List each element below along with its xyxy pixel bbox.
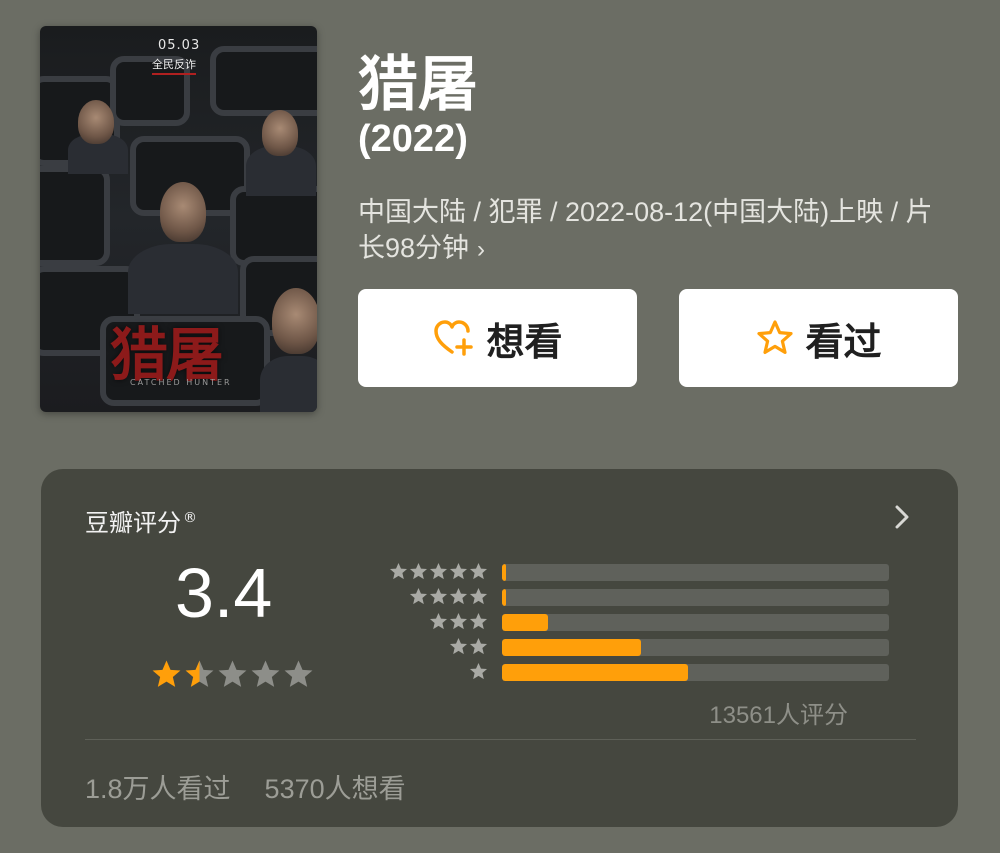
divider xyxy=(85,739,916,740)
rating-bar-stars xyxy=(351,612,488,632)
rating-bar-row xyxy=(351,612,889,637)
rating-distribution xyxy=(351,562,889,687)
rating-bar-track xyxy=(502,664,889,681)
rating-stars xyxy=(151,659,314,694)
small-star-icon xyxy=(449,637,468,657)
chevron-right-icon: › xyxy=(477,236,486,263)
watched-label: 看过 xyxy=(805,319,882,364)
rating-bar-row xyxy=(351,562,889,587)
rating-star-icon xyxy=(217,659,248,694)
poster-figure xyxy=(128,244,238,314)
rating-source-label: 豆瓣评分 xyxy=(85,509,181,537)
rating-star-icon xyxy=(151,659,182,694)
poster-face xyxy=(272,288,317,354)
rating-bar-stars xyxy=(351,637,488,657)
rating-panel: 豆瓣评分 ® 3.4 13561人评分 1.8万人看过 5370人想看 xyxy=(41,469,958,827)
movie-poster[interactable]: 05.03 全民反诈 猎屠 CATCHED HUNTER xyxy=(40,26,317,412)
poster-seat xyxy=(230,186,317,266)
rating-bar-fill xyxy=(502,564,506,581)
rating-bar-row xyxy=(351,587,889,612)
poster-subtitle-art: CATCHED HUNTER xyxy=(130,378,232,387)
audience-stats: 1.8万人看过 5370人想看 xyxy=(85,767,406,806)
poster-seat xyxy=(210,46,317,116)
rating-bar-fill xyxy=(502,589,506,606)
poster-date: 05.03 xyxy=(158,38,201,53)
rating-bar-stars xyxy=(351,662,488,682)
small-star-icon xyxy=(469,562,488,582)
small-star-icon xyxy=(409,587,428,607)
rating-bar-row xyxy=(351,662,889,687)
small-star-icon xyxy=(429,562,448,582)
poster-figure xyxy=(260,356,317,412)
rating-bar-track xyxy=(502,639,889,656)
rating-bar-fill xyxy=(502,639,642,656)
small-star-icon xyxy=(469,612,488,632)
movie-meta-text: 中国大陆 / 犯罪 / 2022-08-12(中国大陆)上映 / 片长98分钟 xyxy=(358,197,933,263)
star-outline-icon xyxy=(755,318,795,358)
rating-bar-stars xyxy=(351,562,488,582)
small-star-icon xyxy=(469,662,488,682)
poster-slogan: 全民反诈 xyxy=(152,56,196,75)
rating-bar-track xyxy=(502,614,889,631)
rating-count: 13561人评分 xyxy=(709,702,848,729)
heart-plus-icon xyxy=(432,318,476,358)
poster-face xyxy=(160,182,206,242)
chevron-right-icon[interactable] xyxy=(890,501,914,533)
rating-bar-row xyxy=(351,637,889,662)
small-star-icon xyxy=(469,587,488,607)
rating-bar-track xyxy=(502,589,889,606)
small-star-icon xyxy=(389,562,408,582)
watched-button[interactable]: 看过 xyxy=(679,289,958,387)
registered-mark: ® xyxy=(183,510,197,526)
rating-bar-fill xyxy=(502,664,688,681)
small-star-icon xyxy=(449,612,468,632)
rating-source-title: 豆瓣评分 ® xyxy=(85,503,197,538)
rating-star-icon xyxy=(184,659,215,694)
seen-count[interactable]: 1.8万人看过 xyxy=(85,767,231,806)
small-star-icon xyxy=(429,587,448,607)
want-to-watch-button[interactable]: 想看 xyxy=(358,289,637,387)
want-count[interactable]: 5370人想看 xyxy=(265,767,406,806)
small-star-icon xyxy=(449,562,468,582)
small-star-icon xyxy=(449,587,468,607)
poster-seat xyxy=(40,166,110,266)
rating-star-icon xyxy=(283,659,314,694)
small-star-icon xyxy=(469,637,488,657)
rating-bar-stars xyxy=(351,587,488,607)
movie-meta-link[interactable]: 中国大陆 / 犯罪 / 2022-08-12(中国大陆)上映 / 片长98分钟 › xyxy=(358,194,958,268)
small-star-icon xyxy=(409,562,428,582)
want-to-watch-label: 想看 xyxy=(486,319,563,364)
small-star-icon xyxy=(429,612,448,632)
rating-bar-fill xyxy=(502,614,549,631)
poster-face xyxy=(78,100,114,144)
rating-score: 3.4 xyxy=(175,554,273,632)
rating-star-icon xyxy=(250,659,281,694)
rating-bar-track xyxy=(502,564,889,581)
poster-face xyxy=(262,110,298,156)
movie-title: 猎屠 xyxy=(358,50,478,120)
movie-year: (2022) xyxy=(358,118,468,160)
